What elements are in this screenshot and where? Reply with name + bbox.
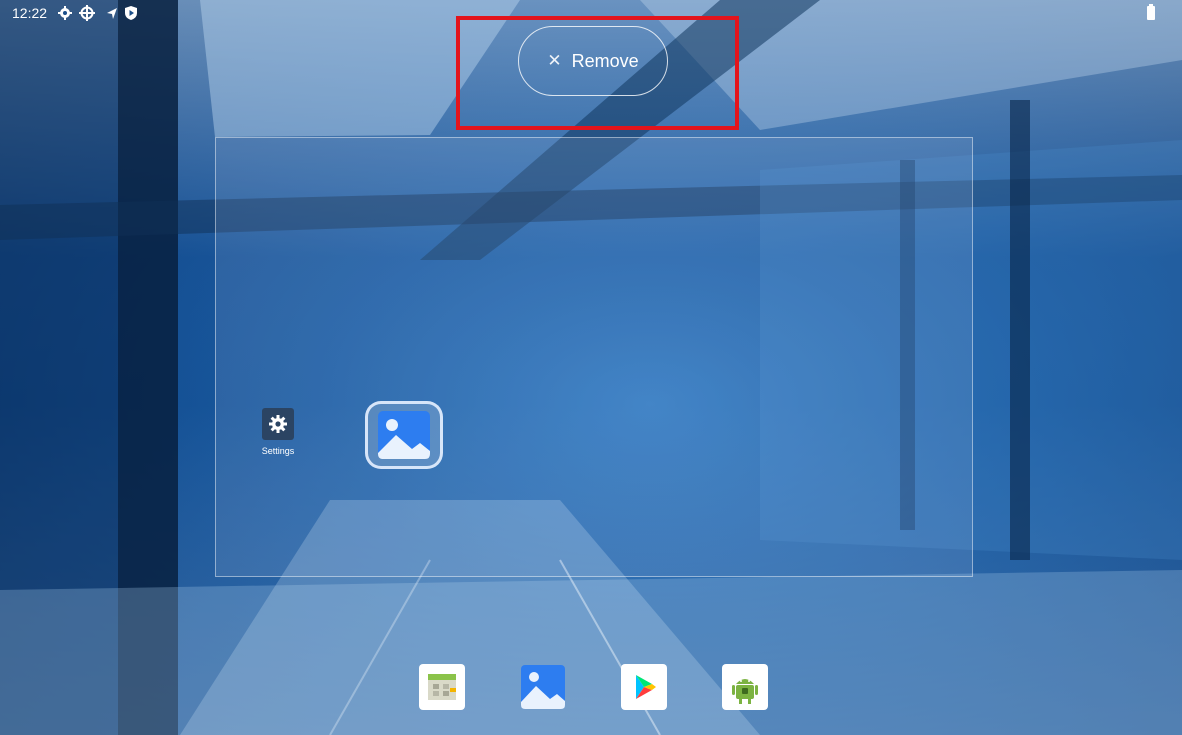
settings-icon [58, 6, 72, 20]
android-icon [732, 679, 758, 704]
app-settings[interactable]: Settings [255, 408, 301, 456]
dock-app-gallery[interactable] [520, 664, 566, 710]
dragged-gallery-app[interactable] [365, 401, 443, 469]
shield-icon [125, 6, 137, 20]
dock-app-play-store[interactable] [621, 664, 667, 710]
crosshair-icon [79, 5, 95, 21]
gallery-icon [378, 411, 430, 459]
settings-label: Settings [261, 446, 295, 456]
settings-tile [262, 408, 294, 440]
gear-icon [269, 415, 287, 433]
dock-app-android[interactable] [722, 664, 768, 710]
dock-app-calendar-map[interactable] [419, 664, 465, 710]
status-time: 12:22 [12, 5, 48, 21]
calendar-map-icon [428, 674, 456, 700]
highlight-box [456, 16, 739, 130]
battery-icon [1147, 4, 1155, 20]
gallery-icon [521, 665, 565, 709]
workspace-page [215, 137, 973, 577]
play-store-icon [636, 675, 656, 699]
navigation-icon [107, 8, 117, 19]
